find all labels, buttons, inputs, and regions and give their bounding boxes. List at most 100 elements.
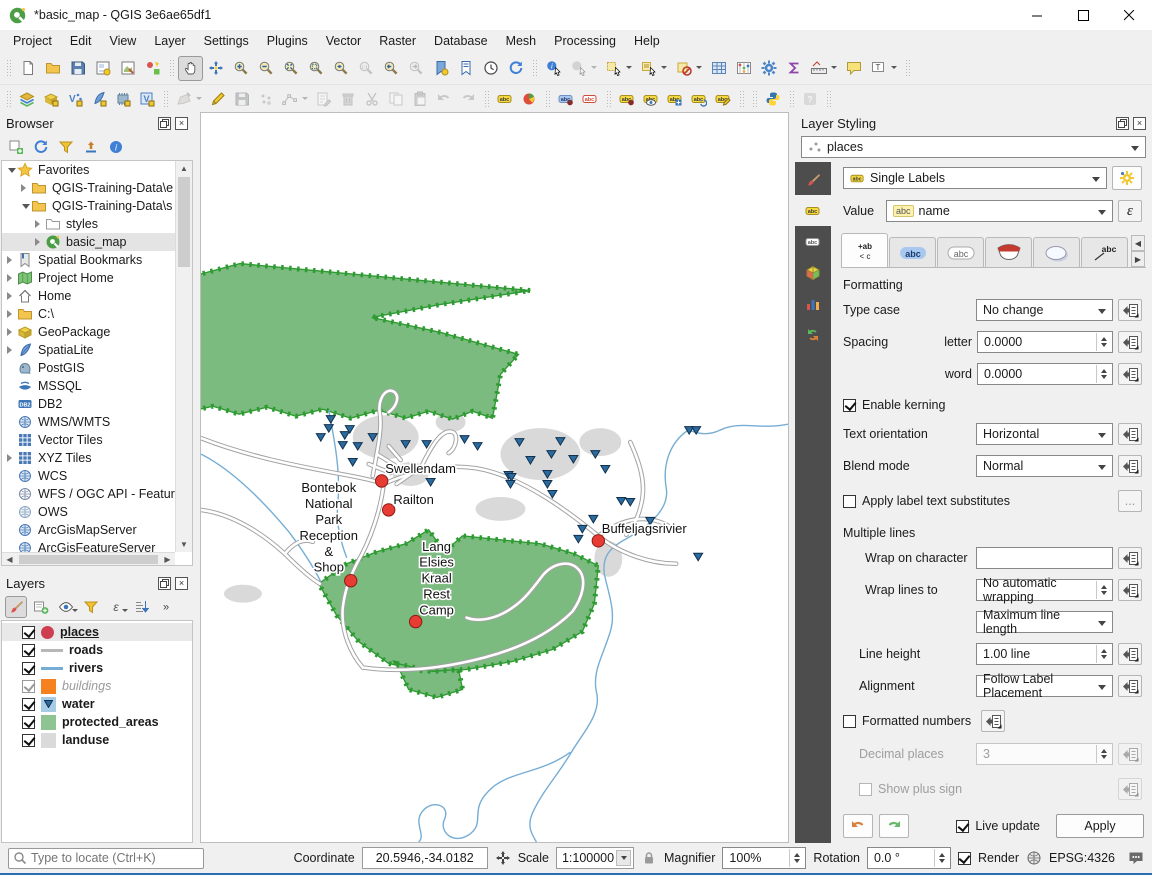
paste-features-button[interactable] <box>408 87 432 110</box>
text-orientation-select[interactable]: Horizontal <box>976 423 1113 445</box>
zoom-in-button[interactable] <box>228 56 253 81</box>
crs-value[interactable]: EPSG:4326 <box>1049 851 1115 865</box>
styling-float-button[interactable] <box>1116 117 1129 130</box>
layer-visibility-checkbox[interactable] <box>22 626 35 639</box>
browser-float-button[interactable] <box>158 117 171 130</box>
toolbar-grip[interactable] <box>5 58 12 78</box>
browser-item-mssql[interactable]: MSSQL <box>2 377 175 395</box>
rotate-label-button[interactable]: abc <box>687 87 711 110</box>
expander-collapsed-icon[interactable] <box>6 346 17 354</box>
browser-filter-button[interactable] <box>55 136 77 158</box>
browser-item-ows[interactable]: OWS <box>2 503 175 521</box>
browser-item-arcgisfeatureserver[interactable]: ArcGisFeatureServer <box>2 539 175 552</box>
open-attribute-table-button[interactable] <box>706 56 731 81</box>
expander-expanded-icon[interactable] <box>6 164 17 177</box>
styling-layer-select[interactable]: places <box>801 136 1146 158</box>
expander-collapsed-icon[interactable] <box>20 184 31 192</box>
change-label-button[interactable]: abc <box>711 87 735 110</box>
temporal-controller-button[interactable] <box>478 56 503 81</box>
browser-item-favorites[interactable]: Favorites <box>2 161 175 179</box>
show-layout-manager-button[interactable] <box>115 56 140 81</box>
browser-add-selected-layers-button[interactable] <box>5 136 27 158</box>
substitutes-ellipsis-button[interactable]: ... <box>1118 490 1142 512</box>
redo-button[interactable] <box>456 87 480 110</box>
layer-visibility-checkbox[interactable] <box>22 698 35 711</box>
toolbar-grip[interactable] <box>825 89 832 109</box>
format-tab-text[interactable]: +ab< c <box>841 233 888 267</box>
new-geopackage-layer-button[interactable] <box>39 87 63 110</box>
show-bookmarks-button[interactable] <box>453 56 478 81</box>
minimize-button[interactable] <box>1014 0 1060 30</box>
current-edits-button[interactable] <box>172 87 196 110</box>
blend-mode-select[interactable]: Normal <box>976 455 1113 477</box>
toolbar-grip[interactable] <box>5 89 12 109</box>
zoom-next-button[interactable] <box>403 56 428 81</box>
select-by-value-button[interactable] <box>636 56 661 81</box>
browser-item-c[interactable]: C:\ <box>2 305 175 323</box>
type-case-select[interactable]: No change <box>976 299 1113 321</box>
browser-item-arcgismapserver[interactable]: ArcGisMapServer <box>2 521 175 539</box>
new-memory-layer-button[interactable] <box>111 87 135 110</box>
menu-raster[interactable]: Raster <box>370 32 425 50</box>
format-tab-formatting[interactable]: abc <box>889 237 936 267</box>
show-plus-sign-checkbox[interactable] <box>859 783 872 796</box>
manage-map-themes-button[interactable] <box>55 596 77 618</box>
toolbar-grip[interactable] <box>162 89 169 109</box>
toolbar-grip[interactable] <box>168 58 175 78</box>
pin-unpin-labels-button[interactable]: abc <box>615 87 639 110</box>
toolbar-grip[interactable] <box>483 89 490 109</box>
format-tab-callouts[interactable]: abc <box>1081 237 1128 267</box>
menu-processing[interactable]: Processing <box>545 32 625 50</box>
layers-close-button[interactable]: × <box>175 577 188 590</box>
expander-collapsed-icon[interactable] <box>6 256 17 264</box>
identify-features-button[interactable]: i <box>541 56 566 81</box>
menu-settings[interactable]: Settings <box>195 32 258 50</box>
styling-undo-button[interactable] <box>843 814 873 838</box>
styling-tab-diagrams[interactable] <box>795 288 831 319</box>
layer-visibility-checkbox[interactable] <box>22 680 35 693</box>
browser-vertical-scrollbar[interactable]: ▲▼ <box>175 161 192 552</box>
layers-float-button[interactable] <box>158 577 171 590</box>
zoom-last-button[interactable] <box>378 56 403 81</box>
delete-selected-button[interactable] <box>336 87 360 110</box>
expander-expanded-icon[interactable] <box>20 200 31 213</box>
open-project-button[interactable] <box>40 56 65 81</box>
expander-collapsed-icon[interactable] <box>6 328 17 336</box>
messages-icon[interactable] <box>1128 850 1144 866</box>
filter-by-expression-button[interactable]: ε <box>105 596 127 618</box>
crs-globe-icon[interactable] <box>1026 850 1042 866</box>
locate-input[interactable] <box>31 851 199 865</box>
browser-horizontal-scrollbar[interactable]: ◀▶ <box>2 552 175 565</box>
new-shapefile-layer-button[interactable]: V <box>63 87 87 110</box>
new-print-layout-button[interactable] <box>90 56 115 81</box>
menu-edit[interactable]: Edit <box>61 32 101 50</box>
zoom-native-button[interactable]: 1:1 <box>353 56 378 81</box>
expander-collapsed-icon[interactable] <box>6 292 17 300</box>
processing-toolbox-button[interactable] <box>756 56 781 81</box>
layer-item-landuse[interactable]: landuse <box>2 731 192 749</box>
browser-refresh-button[interactable] <box>30 136 52 158</box>
locate-search[interactable] <box>8 848 204 869</box>
text-orientation-override-button[interactable] <box>1118 423 1142 445</box>
styling-redo-button[interactable] <box>879 814 909 838</box>
wrap-lines-override-button[interactable] <box>1118 579 1142 601</box>
menu-mesh[interactable]: Mesh <box>497 32 546 50</box>
help-button[interactable]: ? <box>798 87 822 110</box>
enable-kerning-checkbox[interactable] <box>843 399 856 412</box>
toolbar-grip[interactable] <box>605 89 612 109</box>
layer-visibility-checkbox[interactable] <box>22 716 35 729</box>
styling-tab-labels[interactable]: abc <box>795 195 831 226</box>
toolbar-grip[interactable] <box>531 58 538 78</box>
expander-collapsed-icon[interactable] <box>34 238 45 246</box>
new-spatialite-layer-button[interactable] <box>87 87 111 110</box>
pan-map-button[interactable] <box>178 56 203 81</box>
browser-item-wms-wmts[interactable]: WMS/WMTS <box>2 413 175 431</box>
menu-project[interactable]: Project <box>4 32 61 50</box>
refresh-map-button[interactable] <box>503 56 528 81</box>
add-group-button[interactable] <box>30 596 52 618</box>
format-tab-buffer[interactable]: abc <box>937 237 984 267</box>
pan-to-selection-button[interactable] <box>203 56 228 81</box>
format-tabs-scroll-left[interactable]: ◀ <box>1131 235 1145 251</box>
extents-icon[interactable] <box>495 850 511 866</box>
menu-help[interactable]: Help <box>625 32 669 50</box>
